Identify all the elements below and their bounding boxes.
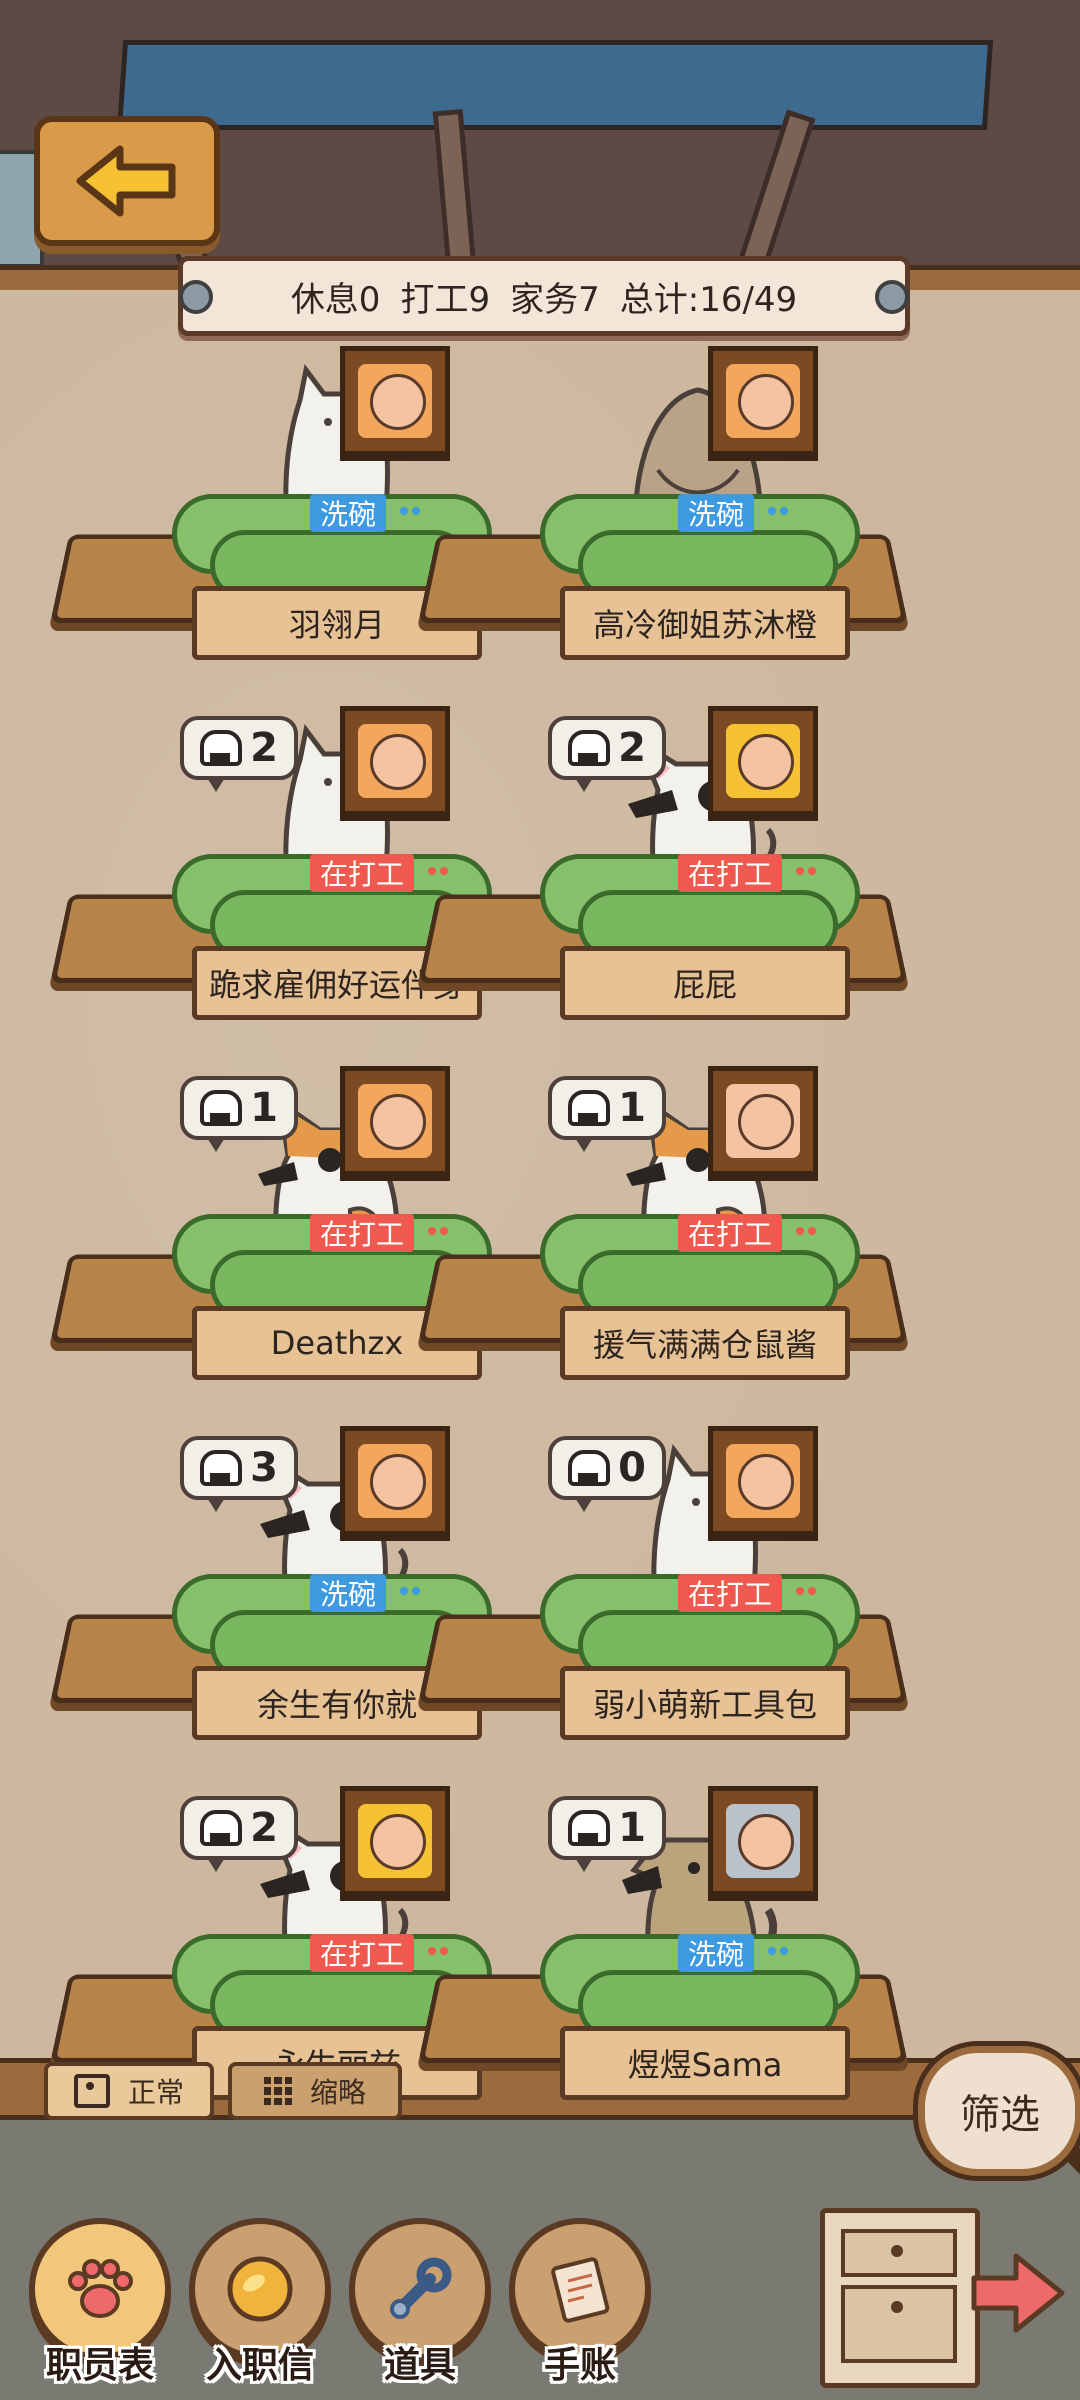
back-button[interactable] <box>34 116 220 246</box>
nav-staff-list[interactable]: 职员表 <box>29 2218 171 2388</box>
status-badge: 在打工 <box>678 1574 817 1612</box>
rice-ball-count: 1 <box>618 1805 646 1851</box>
rice-ball-count-bubble: 1 <box>548 1796 666 1872</box>
nav-journal[interactable]: 手账 <box>509 2218 651 2388</box>
staff-card[interactable]: 洗碗 高冷御姐苏沐橙 <box>418 320 908 660</box>
staff-name: 高冷御姐苏沐橙 <box>560 586 850 660</box>
coin-icon <box>227 2256 293 2322</box>
rice-ball-icon <box>568 1450 611 1486</box>
staff-portrait[interactable] <box>708 1066 818 1176</box>
nav-label: 手账 <box>543 2345 616 2386</box>
view-normal-label: 正常 <box>127 2076 184 2109</box>
status-badge: 在打工 <box>310 1214 449 1252</box>
hamster-portrait <box>358 364 432 438</box>
staff-card[interactable]: 在打工 弱小萌新工具包 0 <box>418 1400 908 1740</box>
fish-hat-portrait <box>726 1804 800 1878</box>
excited-portrait <box>358 1804 432 1878</box>
bolt-icon <box>179 280 213 314</box>
staff-name: 弱小萌新工具包 <box>560 1666 850 1740</box>
hamster-portrait <box>358 724 432 798</box>
status-badge: 洗碗 <box>310 1574 421 1612</box>
nav-label: 入职信 <box>205 2345 314 2386</box>
rice-ball-icon <box>200 1090 243 1126</box>
rice-ball-icon <box>568 730 611 766</box>
cabinet-drawer <box>841 2285 957 2363</box>
rice-ball-count: 2 <box>618 725 646 771</box>
hamster-portrait <box>726 1444 800 1518</box>
status-badge: 在打工 <box>310 1934 449 1972</box>
status-badge: 洗碗 <box>310 494 421 532</box>
ceiling-beam <box>734 109 816 281</box>
rice-ball-count-bubble: 0 <box>548 1436 666 1512</box>
excited-portrait <box>726 724 800 798</box>
status-badge: 洗碗 <box>678 1934 789 1972</box>
hamster-portrait <box>726 364 800 438</box>
hamster-portrait <box>358 1084 432 1158</box>
rice-ball-count-bubble: 2 <box>180 716 298 792</box>
staff-portrait[interactable] <box>708 1426 818 1536</box>
hamster-portrait <box>358 1444 432 1518</box>
rice-ball-count-bubble: 1 <box>548 1076 666 1152</box>
nav-items[interactable]: 道具 <box>349 2218 491 2388</box>
staff-name: 屁屁 <box>560 946 850 1020</box>
chores-count: 家务7 <box>510 279 600 320</box>
rice-ball-count: 1 <box>618 1085 646 1131</box>
work-count: 打工9 <box>400 279 491 320</box>
wrench-icon <box>390 2257 452 2319</box>
staff-card[interactable]: 在打工 屁屁 2 <box>418 680 908 1020</box>
status-badge: 在打工 <box>678 1214 817 1252</box>
nav-label: 道具 <box>383 2345 456 2386</box>
rice-ball-icon <box>568 1810 611 1846</box>
rice-ball-count: 2 <box>250 725 278 771</box>
bolt-icon <box>875 280 909 314</box>
filter-label: 筛选 <box>960 2092 1040 2138</box>
staff-grid: 洗碗 羽翎月 洗碗 高冷御姐苏沐橙 在打工 跪求雇佣好运伴身 2 在打工 屁屁 … <box>0 320 1080 2100</box>
rice-ball-icon <box>568 1090 611 1126</box>
status-badge: 在打工 <box>678 854 817 892</box>
staff-card[interactable]: 在打工 援气满满仓鼠酱 1 <box>418 1040 908 1380</box>
status-badge: 在打工 <box>310 854 449 892</box>
view-compact-button[interactable]: 缩略 <box>228 2062 402 2120</box>
staff-name: 煜煜Sama <box>560 2026 850 2100</box>
rice-ball-count: 3 <box>250 1445 278 1491</box>
staff-portrait[interactable] <box>708 706 818 816</box>
staff-portrait[interactable] <box>708 1786 818 1896</box>
staff-portrait[interactable] <box>708 346 818 456</box>
arrow-right-icon[interactable] <box>970 2248 1066 2338</box>
contact-card-icon <box>73 2074 110 2108</box>
view-compact-label: 缩略 <box>309 2076 366 2109</box>
paw-icon <box>68 2259 133 2318</box>
cabinet-drawer <box>841 2229 957 2277</box>
status-badge: 洗碗 <box>678 494 789 532</box>
rice-ball-icon <box>200 1450 243 1486</box>
rest-count: 休息0 <box>290 279 381 320</box>
rice-ball-count-bubble: 2 <box>180 1796 298 1872</box>
rice-ball-icon <box>200 730 243 766</box>
rice-ball-count-bubble: 3 <box>180 1436 298 1512</box>
rice-ball-count: 1 <box>250 1085 278 1131</box>
filter-button[interactable]: 筛选 <box>918 2046 1080 2202</box>
rice-ball-count-bubble: 2 <box>548 716 666 792</box>
skylight <box>116 40 994 130</box>
staff-name: 援气满满仓鼠酱 <box>560 1306 850 1380</box>
cabinet-button[interactable] <box>820 2208 980 2388</box>
grandpa-portrait <box>726 1084 800 1158</box>
rice-ball-count-bubble: 1 <box>180 1076 298 1152</box>
staff-card[interactable]: 洗碗 煜煜Sama 1 <box>418 1760 908 2100</box>
total-count: 总计:16/49 <box>619 279 798 320</box>
nav-label: 职员表 <box>45 2345 154 2386</box>
rice-ball-icon <box>200 1810 243 1846</box>
grid-icon <box>263 2077 292 2105</box>
nav-offer-letter[interactable]: 入职信 <box>189 2218 331 2388</box>
notebook-icon <box>551 2257 610 2323</box>
view-normal-button[interactable]: 正常 <box>44 2062 214 2120</box>
rice-ball-count: 2 <box>250 1805 278 1851</box>
rice-ball-count: 0 <box>618 1445 646 1491</box>
arrow-left-icon <box>76 145 176 217</box>
